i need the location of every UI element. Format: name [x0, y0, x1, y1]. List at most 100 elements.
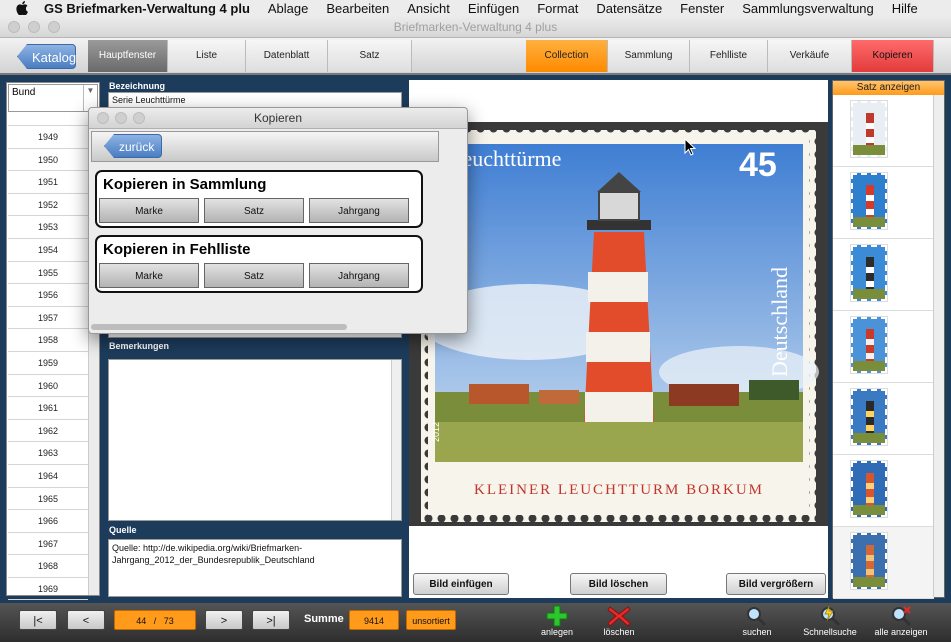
stamp-thumbnail[interactable]: [833, 455, 934, 527]
bemerkungen-scrollbar[interactable]: [391, 360, 401, 520]
bottom-toolbar: |< < 44 / 73 > >| Summe 9414 unsortiert …: [0, 603, 951, 642]
bezeichnung-label: Bezeichnung: [109, 81, 166, 91]
menu-format[interactable]: Format: [537, 1, 578, 16]
year-list-item[interactable]: 1959: [8, 352, 88, 375]
tab-sammlung[interactable]: Sammlung: [608, 40, 690, 72]
dialog-zoom-button[interactable]: [133, 112, 145, 124]
stamp-thumbnail[interactable]: [833, 311, 934, 383]
stamp-thumbnail[interactable]: [833, 383, 934, 455]
copy-to-collection-title: Kopieren in Sammlung: [103, 176, 267, 193]
tab-liste[interactable]: Liste: [168, 40, 246, 72]
year-list-item[interactable]: 1954: [8, 239, 88, 262]
delete-image-button[interactable]: Bild löschen: [570, 573, 667, 595]
menu-hilfe[interactable]: Hilfe: [892, 1, 918, 16]
year-list-item[interactable]: 1968: [8, 555, 88, 578]
year-list-item[interactable]: 1957: [8, 307, 88, 330]
year-list-item[interactable]: 1967: [8, 533, 88, 556]
summe-label: Summe: [304, 613, 344, 625]
year-list-item[interactable]: 1952: [8, 194, 88, 217]
thumbnails-scrollbar[interactable]: [933, 95, 944, 597]
year-list-item[interactable]: 1951: [8, 171, 88, 194]
zoom-window-button[interactable]: [48, 21, 60, 33]
dialog-close-button[interactable]: [97, 112, 109, 124]
tab-satz[interactable]: Satz: [328, 40, 412, 72]
enlarge-image-button[interactable]: Bild vergrößern: [726, 573, 826, 595]
app-menu[interactable]: GS Briefmarken-Verwaltung 4 plu: [44, 1, 250, 16]
year-list-item[interactable]: 1965: [8, 488, 88, 511]
tab-fehlliste[interactable]: Fehlliste: [690, 40, 768, 72]
year-list-item[interactable]: 1969: [8, 578, 88, 601]
last-record-button[interactable]: >|: [252, 610, 290, 630]
copy-missing-satz-button[interactable]: Satz: [204, 263, 304, 288]
kopieren-dialog: Kopieren zurück Kopieren in Sammlung Mar…: [88, 107, 468, 334]
dialog-scrollbar[interactable]: [91, 324, 347, 330]
year-list-item[interactable]: 1948: [8, 116, 88, 126]
copy-collection-jahrgang-button[interactable]: Jahrgang: [309, 198, 409, 223]
copy-missing-marke-button[interactable]: Marke: [99, 263, 199, 288]
zurueck-button[interactable]: zurück: [104, 134, 162, 158]
previous-record-button[interactable]: <: [67, 610, 105, 630]
menu-datensaetze[interactable]: Datensätze: [596, 1, 662, 16]
year-list-item[interactable]: 1963: [8, 442, 88, 465]
year-list-item[interactable]: 1953: [8, 216, 88, 239]
tab-datenblatt[interactable]: Datenblatt: [246, 40, 328, 72]
stamp-year-text: 2012: [431, 422, 441, 442]
insert-image-button[interactable]: Bild einfügen: [413, 573, 509, 595]
dialog-minimize-button[interactable]: [115, 112, 127, 124]
year-list-item[interactable]: 1960: [8, 375, 88, 398]
schnellsuche-button[interactable]: Schnellsuche: [800, 605, 860, 637]
thumbnail-image: [850, 172, 888, 230]
schnellsuche-label: Schnellsuche: [803, 627, 857, 637]
tab-verkaeufe[interactable]: Verkäufe: [768, 40, 852, 72]
katalog-back-button[interactable]: Katalog: [17, 44, 76, 69]
menu-ansicht[interactable]: Ansicht: [407, 1, 450, 16]
menu-bearbeiten[interactable]: Bearbeiten: [326, 1, 389, 16]
year-list-item[interactable]: 1966: [8, 510, 88, 533]
year-list-item[interactable]: 1956: [8, 284, 88, 307]
year-list-item[interactable]: 1955: [8, 262, 88, 285]
stamp-image[interactable]: Leuchttürme 45 Deutschland 2012 KLEINER …: [409, 122, 828, 526]
suchen-button[interactable]: suchen: [727, 605, 787, 637]
tab-kopieren[interactable]: Kopieren: [852, 40, 934, 72]
close-window-button[interactable]: [8, 21, 20, 33]
next-record-button[interactable]: >: [205, 610, 243, 630]
first-record-button[interactable]: |<: [19, 610, 57, 630]
record-separator: /: [153, 616, 157, 626]
year-list-item[interactable]: 1958: [8, 329, 88, 352]
catalog-combo[interactable]: Bund ▼: [8, 84, 98, 112]
menu-ablage[interactable]: Ablage: [268, 1, 308, 16]
year-list-item[interactable]: 1962: [8, 420, 88, 443]
copy-collection-satz-button[interactable]: Satz: [204, 198, 304, 223]
menu-einfuegen[interactable]: Einfügen: [468, 1, 519, 16]
year-list-item[interactable]: 1949: [8, 126, 88, 149]
quelle-label: Quelle: [109, 525, 137, 535]
navigation-bar: Katalog Hauptfenster Liste Datenblatt Sa…: [0, 38, 951, 75]
alle-anzeigen-label: alle anzeigen: [874, 627, 928, 637]
anlegen-button[interactable]: anlegen: [527, 605, 587, 637]
copy-missing-jahrgang-button[interactable]: Jahrgang: [309, 263, 409, 288]
tab-hauptfenster[interactable]: Hauptfenster: [88, 40, 168, 72]
minimize-window-button[interactable]: [28, 21, 40, 33]
stamp-thumbnail[interactable]: [833, 95, 934, 167]
loeschen-button[interactable]: löschen: [589, 605, 649, 637]
menu-sammlungsverwaltung[interactable]: Sammlungsverwaltung: [742, 1, 874, 16]
year-list-item[interactable]: 1964: [8, 465, 88, 488]
copy-collection-marke-button[interactable]: Marke: [99, 198, 199, 223]
tab-collection[interactable]: Collection: [526, 40, 608, 72]
year-list-item[interactable]: 1961: [8, 397, 88, 420]
alle-anzeigen-button[interactable]: alle anzeigen: [871, 605, 931, 637]
stamp-thumbnail[interactable]: [833, 239, 934, 311]
mouse-cursor-icon: [684, 138, 696, 156]
sort-button[interactable]: unsortiert: [406, 610, 456, 630]
quelle-field[interactable]: Quelle: http://de.wikipedia.org/wiki/Bri…: [108, 539, 402, 597]
apple-logo-icon[interactable]: [14, 1, 30, 15]
delete-x-icon: [607, 606, 631, 627]
bemerkungen-field[interactable]: [108, 359, 402, 521]
stamp-thumbnail[interactable]: [833, 167, 934, 239]
stamp-thumbnail[interactable]: [833, 527, 934, 599]
bezeichnung-field[interactable]: Serie Leuchttürme: [108, 92, 402, 108]
year-list-item[interactable]: 1950: [8, 149, 88, 172]
menu-fenster[interactable]: Fenster: [680, 1, 724, 16]
bemerkungen-label: Bemerkungen: [109, 341, 170, 351]
satz-anzeigen-header[interactable]: Satz anzeigen: [833, 81, 944, 95]
